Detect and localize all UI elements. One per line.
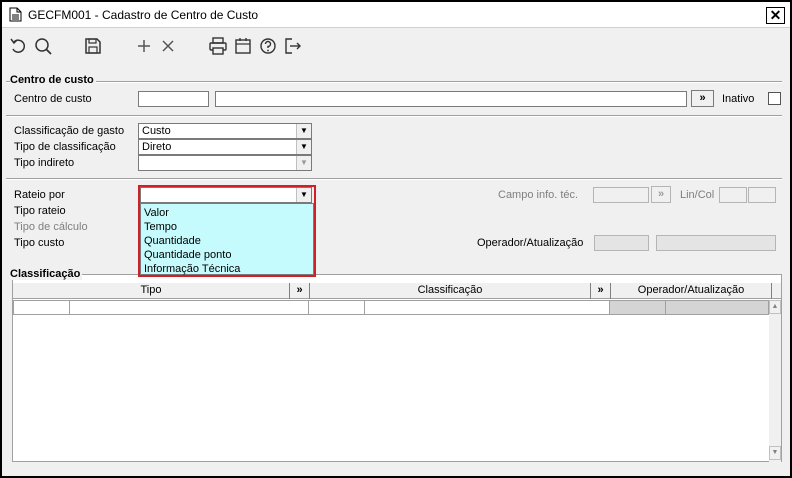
search-icon <box>35 38 52 55</box>
save-icon <box>85 38 101 54</box>
exit-button[interactable] <box>282 35 304 57</box>
rateio-por-label: Rateio por <box>14 189 65 201</box>
window-title: GECFM001 - Cadastro de Centro de Custo <box>28 8 259 22</box>
section-title-classificacao: Classificação <box>10 268 83 280</box>
grid-cell-classificacao-code[interactable] <box>308 300 365 315</box>
help-button[interactable] <box>257 35 279 57</box>
tipo-custo-label: Tipo custo <box>14 237 65 249</box>
print-icon <box>209 37 227 55</box>
undo-button[interactable] <box>8 35 30 57</box>
chevron-down-icon[interactable]: ▼ <box>296 124 311 138</box>
add-button[interactable] <box>133 35 155 57</box>
chevron-down-icon[interactable]: ▼ <box>296 156 311 170</box>
dropdown-option-valor[interactable]: Valor <box>144 207 169 219</box>
grid-cell-tipo-desc[interactable] <box>69 300 311 315</box>
search-button[interactable] <box>32 35 54 57</box>
help-icon <box>260 38 276 54</box>
chevron-down-icon[interactable]: ▼ <box>296 140 311 154</box>
grid-header: Tipo » Classificação » Operador/Atualiza… <box>13 283 781 299</box>
grid-cell-classificacao-desc[interactable] <box>364 300 610 315</box>
toolbar <box>2 29 790 63</box>
tipo-classificacao-value: Direto <box>142 141 172 153</box>
calendar-icon <box>235 38 251 54</box>
dropdown-option-quantidade-ponto[interactable]: Quantidade ponto <box>144 249 231 261</box>
tipo-indireto-label: Tipo indireto <box>14 157 75 169</box>
lin-input[interactable] <box>719 187 747 203</box>
centro-custo-description-input[interactable] <box>215 91 687 107</box>
column-header-tipo-lookup[interactable]: » <box>290 283 310 299</box>
main-panel: Centro de custo Centro de custo » Inativ… <box>6 68 786 468</box>
scroll-up-icon[interactable]: ▲ <box>769 300 781 314</box>
document-icon <box>9 7 22 22</box>
close-icon: ✕ <box>769 7 782 23</box>
col-input[interactable] <box>748 187 776 203</box>
operador-atualizacao-label: Operador/Atualização <box>477 237 584 249</box>
section-title-centro-custo: Centro de custo <box>10 74 96 86</box>
column-header-classificacao[interactable]: Classificação <box>310 283 591 299</box>
operador-input <box>594 235 649 251</box>
close-button[interactable]: ✕ <box>766 7 785 24</box>
classificacao-gasto-select[interactable]: Custo ▼ <box>138 123 312 139</box>
column-header-tipo[interactable]: Tipo <box>13 283 290 299</box>
main-window: GECFM001 - Cadastro de Centro de Custo ✕ <box>0 0 792 478</box>
dropdown-option-informacao-tecnica[interactable]: Informação Técnica <box>144 263 240 275</box>
centro-custo-code-input[interactable] <box>138 91 209 107</box>
add-icon <box>138 40 150 52</box>
print-button[interactable] <box>207 35 229 57</box>
scroll-down-icon[interactable]: ▼ <box>769 446 781 460</box>
campo-info-tec-input[interactable] <box>593 187 649 203</box>
exit-icon <box>285 38 301 54</box>
classificacao-gasto-label: Classificação de gasto <box>14 125 125 137</box>
tipo-rateio-label: Tipo rateio <box>14 205 66 217</box>
tipo-classificacao-label: Tipo de classificação <box>14 141 116 153</box>
dropdown-option-quantidade[interactable]: Quantidade <box>144 235 201 247</box>
classificacao-gasto-value: Custo <box>142 125 171 137</box>
campo-info-tec-label: Campo info. téc. <box>498 189 579 201</box>
tipo-indireto-select[interactable]: ▼ <box>138 155 312 171</box>
centro-custo-lookup-button[interactable]: » <box>691 90 714 107</box>
section-divider <box>6 81 782 83</box>
vertical-scrollbar[interactable]: ▲ ▼ <box>769 300 781 462</box>
tipo-classificacao-select[interactable]: Direto ▼ <box>138 139 312 155</box>
table-row[interactable] <box>13 300 769 315</box>
rateio-por-dropdown-list[interactable]: Valor Tempo Quantidade Quantidade ponto … <box>140 203 314 275</box>
delete-button[interactable] <box>157 35 179 57</box>
calendar-button[interactable] <box>232 35 254 57</box>
column-header-classificacao-lookup[interactable]: » <box>591 283 611 299</box>
lin-col-label: Lin/Col <box>680 189 715 201</box>
delete-icon <box>162 40 174 52</box>
save-button[interactable] <box>82 35 104 57</box>
column-header-operador-atualizacao[interactable]: Operador/Atualização <box>611 283 772 299</box>
atualizacao-input <box>656 235 776 251</box>
classificacao-grid: Tipo » Classificação » Operador/Atualiza… <box>12 274 782 462</box>
divider <box>6 178 782 180</box>
centro-custo-label: Centro de custo <box>14 93 92 105</box>
grid-cell-tipo-code[interactable] <box>13 300 70 315</box>
undo-icon <box>10 38 26 53</box>
campo-info-tec-lookup-button[interactable]: » <box>651 186 671 203</box>
inativo-checkbox[interactable] <box>768 92 781 105</box>
title-bar: GECFM001 - Cadastro de Centro de Custo ✕ <box>2 2 790 28</box>
tipo-calculo-label: Tipo de cálculo <box>14 221 88 233</box>
divider <box>6 115 782 117</box>
inativo-label: Inativo <box>722 93 755 105</box>
grid-cell-atualizacao <box>665 300 769 315</box>
grid-cell-operador <box>609 300 666 315</box>
dropdown-option-tempo[interactable]: Tempo <box>144 221 177 233</box>
